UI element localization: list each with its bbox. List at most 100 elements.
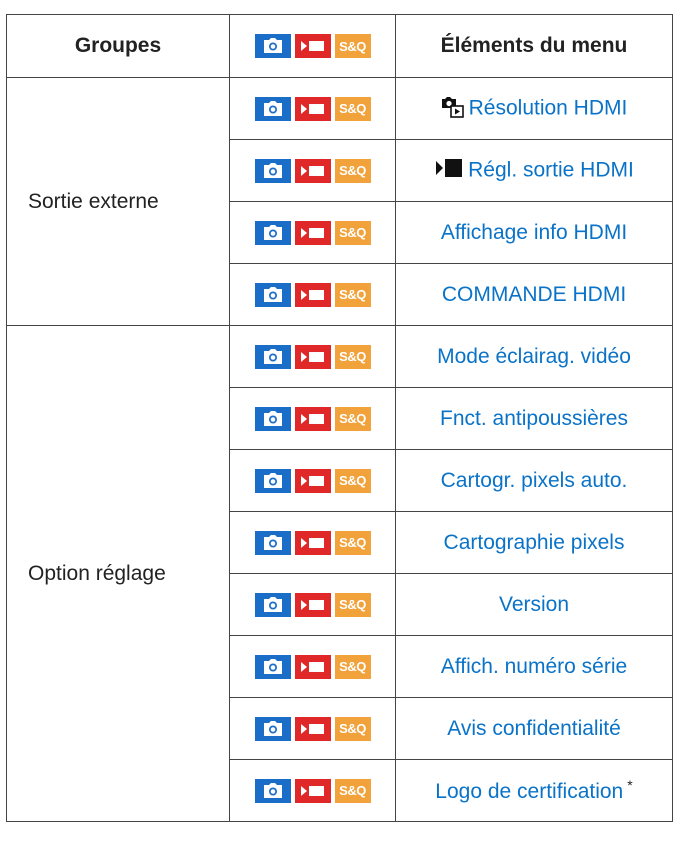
footnote-marker: * xyxy=(627,777,633,793)
movie-record-icon xyxy=(434,156,464,186)
mode-cell: S&Q xyxy=(229,697,396,760)
mode-icons: S&Q xyxy=(254,530,371,555)
header-row: Groupes S&Q Éléments du menu xyxy=(6,14,673,78)
photo-mode-icon xyxy=(254,220,291,245)
table-row: Option réglage S&Q Mode éclairag. vidéo xyxy=(6,325,673,822)
mode-icons: S&Q xyxy=(254,654,371,679)
menu-item-link[interactable]: Version xyxy=(499,593,569,616)
sq-mode-icon: S&Q xyxy=(334,654,371,679)
menu-item-cell: Résolution HDMI xyxy=(395,77,673,140)
photo-mode-icon xyxy=(254,716,291,741)
photo-mode-icon xyxy=(254,654,291,679)
menu-item-link[interactable]: Cartographie pixels xyxy=(444,531,625,554)
sq-mode-icon: S&Q xyxy=(334,592,371,617)
menu-item-cell: Logo de certification * xyxy=(395,759,673,822)
menu-item-cell: Version xyxy=(395,573,673,636)
menu-item-cell: COMMANDE HDMI xyxy=(395,263,673,326)
menu-item-cell: Cartogr. pixels auto. xyxy=(395,449,673,512)
sq-mode-icon: S&Q xyxy=(334,468,371,493)
mode-icons: S&Q xyxy=(254,716,371,741)
mode-icons: S&Q xyxy=(254,158,371,183)
photo-mode-icon xyxy=(254,468,291,493)
menu-table: Groupes S&Q Éléments du menu Sortie exte… xyxy=(6,14,673,822)
sq-mode-icon: S&Q xyxy=(334,282,371,307)
sq-mode-icon: S&Q xyxy=(334,158,371,183)
mode-cell: S&Q xyxy=(229,263,396,326)
movie-mode-icon xyxy=(294,778,331,803)
mode-cell: S&Q xyxy=(229,387,396,450)
movie-mode-icon xyxy=(294,406,331,431)
movie-mode-icon xyxy=(294,96,331,121)
header-groups: Groupes xyxy=(6,14,230,78)
group-label: Sortie externe xyxy=(6,77,230,326)
mode-cell: S&Q xyxy=(229,573,396,636)
group-label: Option réglage xyxy=(6,325,230,822)
photo-mode-icon xyxy=(254,592,291,617)
sq-mode-icon: S&Q xyxy=(334,530,371,555)
menu-item-cell: Fnct. antipoussières xyxy=(395,387,673,450)
sq-mode-icon: S&Q xyxy=(334,96,371,121)
table-row: Sortie externe S&Q Résolution HDMI xyxy=(6,77,673,326)
header-items: Éléments du menu xyxy=(395,14,673,78)
photo-mode-icon xyxy=(254,34,291,59)
menu-item-link[interactable]: Avis confidentialité xyxy=(447,717,621,740)
photo-mode-icon xyxy=(254,96,291,121)
movie-mode-icon xyxy=(294,716,331,741)
menu-item-link[interactable]: Cartogr. pixels auto. xyxy=(441,469,628,492)
sq-mode-icon: S&Q xyxy=(334,716,371,741)
photo-mode-icon xyxy=(254,530,291,555)
menu-item-cell: Affichage info HDMI xyxy=(395,201,673,264)
menu-item-link[interactable]: Logo de certification xyxy=(435,780,623,803)
menu-item-cell: Cartographie pixels xyxy=(395,511,673,574)
sq-mode-icon: S&Q xyxy=(334,344,371,369)
mode-icons: S&Q xyxy=(254,344,371,369)
mode-cell: S&Q xyxy=(229,511,396,574)
mode-icons: S&Q xyxy=(254,34,371,59)
mode-icons: S&Q xyxy=(254,282,371,307)
sq-mode-icon: S&Q xyxy=(334,406,371,431)
menu-item-cell: Régl. sortie HDMI xyxy=(395,139,673,202)
menu-item-cell: Affich. numéro série xyxy=(395,635,673,698)
mode-icons: S&Q xyxy=(254,220,371,245)
mode-cell: S&Q xyxy=(229,449,396,512)
sq-mode-icon: S&Q xyxy=(334,34,371,59)
movie-mode-icon xyxy=(294,282,331,307)
mode-icons: S&Q xyxy=(254,406,371,431)
mode-cell: S&Q xyxy=(229,635,396,698)
menu-item-link[interactable]: Résolution HDMI xyxy=(469,96,628,119)
sq-mode-icon: S&Q xyxy=(334,220,371,245)
mode-cell: S&Q xyxy=(229,325,396,388)
photo-mode-icon xyxy=(254,158,291,183)
mode-cell: S&Q xyxy=(229,139,396,202)
header-modes: S&Q xyxy=(229,14,396,78)
menu-item-link[interactable]: Fnct. antipoussières xyxy=(440,407,628,430)
menu-item-cell: Avis confidentialité xyxy=(395,697,673,760)
menu-item-link[interactable]: COMMANDE HDMI xyxy=(442,283,626,306)
menu-item-link[interactable]: Affichage info HDMI xyxy=(441,221,627,244)
mode-icons: S&Q xyxy=(254,778,371,803)
mode-cell: S&Q xyxy=(229,201,396,264)
menu-item-link[interactable]: Régl. sortie HDMI xyxy=(468,158,634,181)
movie-mode-icon xyxy=(294,468,331,493)
sq-mode-icon: S&Q xyxy=(334,778,371,803)
photo-mode-icon xyxy=(254,282,291,307)
mode-icons: S&Q xyxy=(254,592,371,617)
movie-mode-icon xyxy=(294,592,331,617)
photo-mode-icon xyxy=(254,406,291,431)
photo-mode-icon xyxy=(254,778,291,803)
menu-item-link[interactable]: Mode éclairag. vidéo xyxy=(437,345,631,368)
movie-mode-icon xyxy=(294,220,331,245)
mode-cell: S&Q xyxy=(229,759,396,822)
movie-mode-icon xyxy=(294,34,331,59)
playback-camera-icon xyxy=(441,94,465,124)
photo-mode-icon xyxy=(254,344,291,369)
mode-icons: S&Q xyxy=(254,468,371,493)
movie-mode-icon xyxy=(294,158,331,183)
menu-item-cell: Mode éclairag. vidéo xyxy=(395,325,673,388)
menu-item-link[interactable]: Affich. numéro série xyxy=(441,655,627,678)
mode-icons: S&Q xyxy=(254,96,371,121)
movie-mode-icon xyxy=(294,530,331,555)
movie-mode-icon xyxy=(294,654,331,679)
mode-cell: S&Q xyxy=(229,77,396,140)
movie-mode-icon xyxy=(294,344,331,369)
